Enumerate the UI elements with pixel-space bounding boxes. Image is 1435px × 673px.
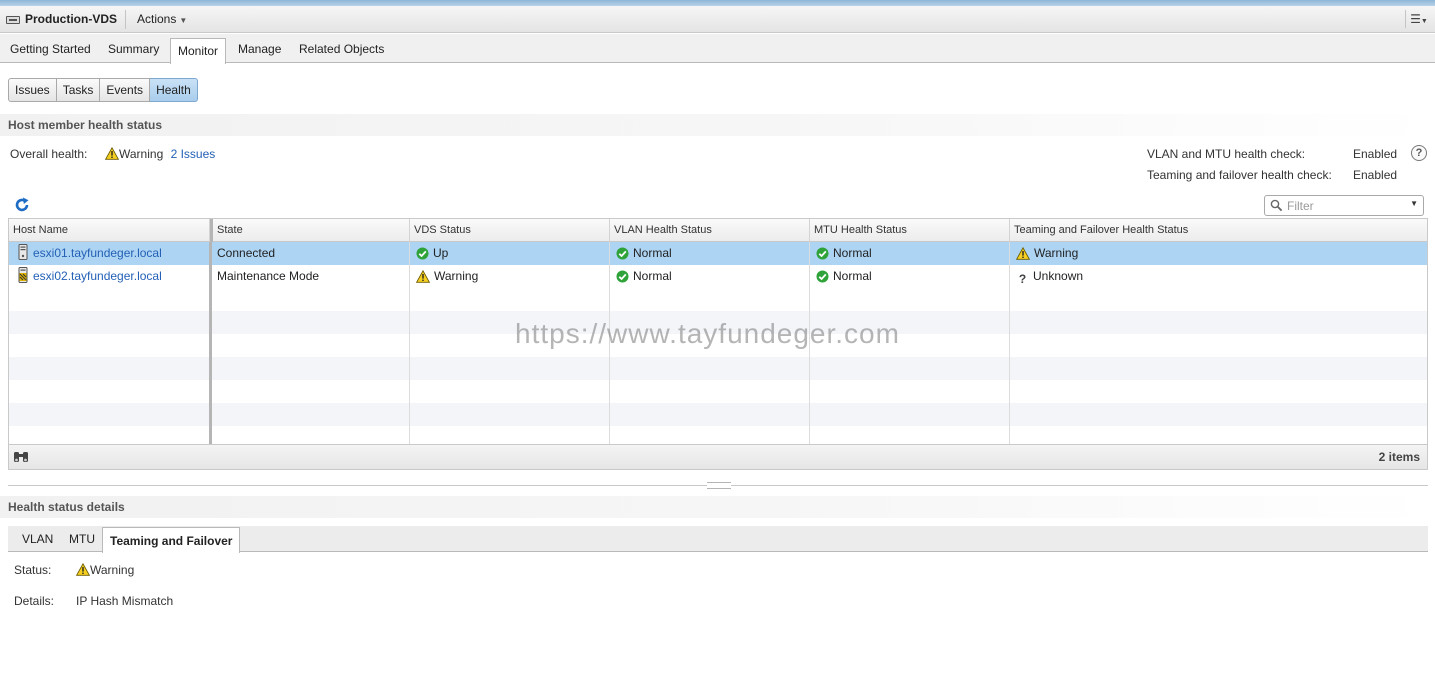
health-check-settings: VLAN and MTU health check: Enabled Teami… [1147, 147, 1397, 189]
teaming-check-row: Teaming and failover health check: Enabl… [1147, 168, 1397, 189]
vds-status-text: Warning [434, 269, 479, 283]
teaming-check-value: Enabled [1353, 168, 1398, 182]
section-title: Health status details [8, 500, 125, 514]
distributed-switch-icon [6, 16, 20, 24]
mtu-health-cell: Normal [810, 265, 872, 288]
tab-summary[interactable]: Summary [108, 42, 159, 56]
column-header-host-name[interactable]: Host Name [9, 219, 210, 242]
title-divider [125, 10, 126, 29]
health-details-section-header: Health status details [0, 496, 1435, 518]
vlan-health-text: Normal [633, 246, 672, 260]
actions-label: Actions [137, 12, 177, 26]
detail-details-row: Details: IP Hash Mismatch [14, 594, 173, 608]
column-header-vlan-health[interactable]: VLAN Health Status [610, 219, 810, 242]
ok-check-icon [616, 268, 629, 291]
tab-manage[interactable]: Manage [238, 42, 281, 56]
state-cell: Maintenance Mode [217, 269, 320, 283]
host-name-link[interactable]: esxi02.tayfundeger.local [33, 269, 162, 283]
chevron-down-icon: ▼ [179, 16, 188, 25]
object-name: Production-VDS [25, 12, 117, 26]
vlan-health-cell: Normal [610, 242, 672, 265]
chevron-down-icon[interactable]: ▼ [1410, 199, 1418, 208]
actions-menu-button[interactable]: Actions ▼ [137, 12, 187, 26]
state-cell: Connected [217, 246, 276, 260]
warning-icon [105, 147, 119, 160]
detail-status-row: Status: Warning [14, 563, 134, 577]
mtu-health-text: Normal [833, 246, 872, 260]
host-name-cell[interactable]: esxi01.tayfundeger.local [11, 242, 162, 265]
vds-status-text: Up [433, 246, 449, 260]
detail-details-label: Details: [14, 594, 55, 608]
host-health-section-header: Host member health status [0, 114, 1435, 136]
column-header-teaming-health[interactable]: Teaming and Failover Health Status [1010, 219, 1427, 242]
table-row[interactable]: esxi02.tayfundeger.local Maintenance Mod… [9, 265, 1427, 288]
splitter-grip[interactable] [707, 482, 731, 489]
column-header-vds-status[interactable]: VDS Status [410, 219, 610, 242]
table-row[interactable]: esxi01.tayfundeger.local Connected Up No… [9, 242, 1427, 265]
tab-related-objects[interactable]: Related Objects [299, 42, 384, 56]
overall-health-label: Overall health: [10, 147, 88, 161]
vds-status-cell: Up [410, 242, 448, 265]
refresh-icon[interactable] [13, 196, 31, 214]
subtab-health[interactable]: Health [150, 78, 198, 102]
warning-icon [415, 268, 431, 291]
host-name-link[interactable]: esxi01.tayfundeger.local [33, 246, 162, 260]
teaming-health-cell: Warning [1010, 242, 1078, 265]
grid-header: Host Name State VDS Status VLAN Health S… [9, 219, 1427, 242]
object-title-bar: Production-VDS Actions ▼ ☰▼ [0, 6, 1435, 33]
host-maintenance-icon [17, 267, 29, 291]
empty-row [9, 357, 1427, 380]
detail-status-label: Status: [14, 563, 52, 577]
tab-getting-started[interactable]: Getting Started [10, 42, 91, 56]
section-title: Host member health status [8, 118, 163, 132]
tab-vlan[interactable]: VLAN [22, 532, 53, 546]
vds-status-cell: Warning [410, 265, 478, 288]
detail-details-value: IP Hash Mismatch [76, 594, 174, 608]
detail-status-value: Warning [76, 563, 134, 577]
teaming-health-cell: ? Unknown [1010, 265, 1083, 288]
column-resize-handle[interactable] [209, 242, 212, 444]
column-header-mtu-health[interactable]: MTU Health Status [810, 219, 1010, 242]
tab-mtu[interactable]: MTU [69, 532, 95, 546]
monitor-subtab-bar: Issues Tasks Events Health [8, 78, 198, 102]
teaming-check-label: Teaming and failover health check: [1147, 168, 1332, 182]
overall-health-value: Warning 2 Issues [105, 147, 215, 161]
mtu-health-text: Normal [833, 269, 872, 283]
empty-row [9, 403, 1427, 426]
unknown-question-icon: ? [1018, 272, 1027, 286]
grid-footer: 2 items [9, 444, 1427, 469]
teaming-health-text: Warning [1034, 246, 1079, 260]
filter-input[interactable]: Filter ▼ [1264, 195, 1424, 216]
mtu-health-cell: Normal [810, 242, 872, 265]
help-icon[interactable]: ? [1411, 145, 1427, 161]
overall-status-text: Warning [119, 147, 164, 161]
subtab-events[interactable]: Events [100, 78, 151, 102]
details-tab-bar: VLAN MTU Teaming and Failover [8, 526, 1428, 553]
teaming-health-text: Unknown [1033, 269, 1084, 283]
vlan-mtu-check-row: VLAN and MTU health check: Enabled [1147, 147, 1397, 168]
main-tab-bar: Getting Started Summary Monitor Manage R… [0, 34, 1435, 64]
column-header-state[interactable]: State [210, 219, 410, 242]
tab-teaming-and-failover[interactable]: Teaming and Failover [102, 527, 241, 553]
list-menu-icon[interactable]: ☰▼ [1405, 10, 1429, 28]
vlan-health-text: Normal [633, 269, 672, 283]
vlan-health-cell: Normal [610, 265, 672, 288]
detail-status-text: Warning [90, 563, 135, 577]
vlan-mtu-check-value: Enabled [1353, 147, 1398, 161]
column-divider [1009, 242, 1010, 444]
issues-link[interactable]: 2 Issues [171, 147, 216, 161]
filter-placeholder: Filter [1287, 199, 1314, 213]
watermark-text: https://www.tayfundeger.com [515, 318, 900, 349]
item-count: 2 items [1378, 450, 1420, 464]
column-divider [409, 242, 410, 444]
subtab-tasks[interactable]: Tasks [56, 78, 101, 102]
search-icon [1270, 199, 1283, 215]
binoculars-icon[interactable] [13, 450, 29, 467]
ok-check-icon [816, 268, 829, 291]
tab-monitor[interactable]: Monitor [170, 38, 227, 64]
subtab-issues[interactable]: Issues [8, 78, 57, 102]
host-name-cell[interactable]: esxi02.tayfundeger.local [11, 265, 162, 288]
warning-icon [76, 563, 90, 576]
vlan-mtu-check-label: VLAN and MTU health check: [1147, 147, 1306, 161]
